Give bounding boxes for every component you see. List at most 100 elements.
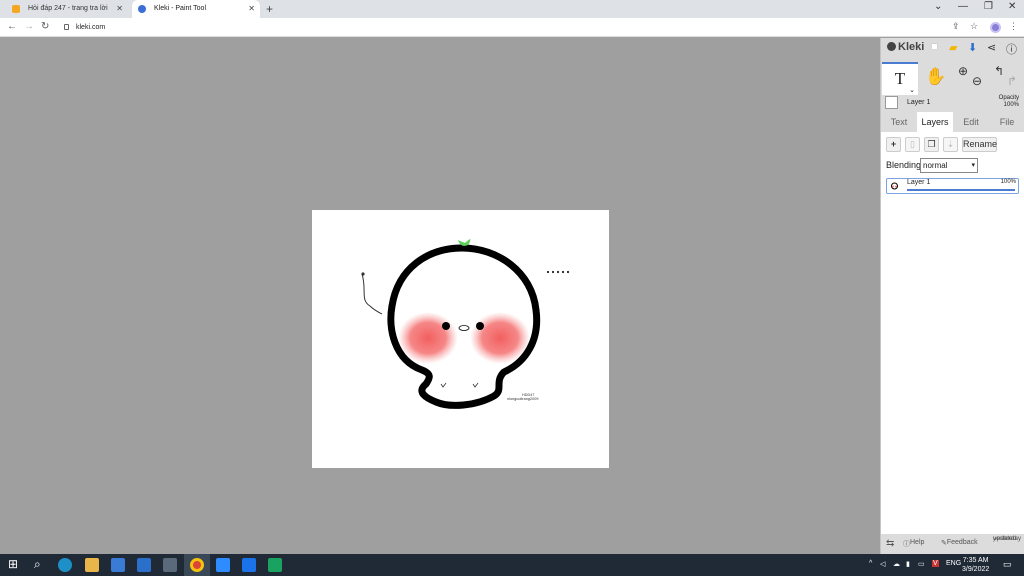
clock-time: 7:35 AM	[962, 557, 989, 564]
redo-icon[interactable]: ↱	[1007, 74, 1017, 88]
close-icon[interactable]: ✕	[116, 0, 123, 18]
close-window-icon[interactable]: ✕	[1008, 1, 1016, 12]
tab-title: Hỏi đáp 247 - trang tra lời	[28, 5, 108, 12]
tab-layers[interactable]: Layers	[917, 112, 953, 132]
notification-icon[interactable]: ▭	[1003, 559, 1012, 570]
layer-thumbnail	[891, 182, 898, 190]
back-icon[interactable]: ←	[7, 21, 17, 32]
profile-avatar[interactable]	[990, 22, 1001, 33]
close-icon[interactable]: ✕	[248, 0, 255, 18]
search-icon[interactable]: ⌕	[34, 557, 41, 572]
edge-icon[interactable]	[58, 558, 72, 572]
minimize-icon[interactable]: —	[958, 1, 968, 12]
drawing-artwork: HDD47 nlonguoitrang2009	[361, 238, 570, 409]
current-layer-name: Layer 1	[907, 99, 931, 106]
right-eye	[476, 322, 484, 330]
tab-title: Kleki - Paint Tool	[154, 5, 207, 12]
text-tool-label: T	[894, 69, 906, 88]
feedback-link[interactable]: ✎ Feedback	[941, 539, 978, 547]
cloud-icon[interactable]: ☁	[893, 560, 900, 568]
tab-file[interactable]: File	[993, 112, 1021, 132]
meet-icon[interactable]	[268, 558, 282, 572]
file-explorer-icon[interactable]	[85, 558, 99, 572]
store-icon[interactable]	[111, 558, 125, 572]
url-text: kleki.com	[76, 24, 106, 31]
browser-tab-hoidap[interactable]: Hỏi đáp 247 - trang tra lời ✕	[6, 0, 128, 18]
duplicate-layer-icon[interactable]: ❐	[924, 137, 939, 152]
hand-tool-icon[interactable]: ✋	[925, 67, 946, 87]
chevron-down-icon: ▾	[971, 162, 975, 169]
drawing-canvas[interactable]: HDD47 nlonguoitrang2009	[312, 210, 609, 468]
browser-toolbar: ← → ↻ kleki.com ⇪ ☆ ⋮	[0, 18, 1024, 37]
canvas-workspace[interactable]: HDD47 nlonguoitrang2009	[0, 38, 880, 554]
delete-layer-icon[interactable]: ▯	[905, 137, 920, 152]
microphone-icon[interactable]: ▮	[906, 560, 910, 568]
forward-icon[interactable]: →	[24, 21, 34, 32]
kleki-favicon-icon	[138, 5, 146, 13]
layer-opacity: 100%	[1000, 179, 1016, 185]
sprout-shape	[457, 238, 471, 246]
logo-text: Kleki	[898, 41, 925, 53]
tab-text[interactable]: Text	[885, 112, 913, 132]
updated-when: yesterday	[993, 535, 1022, 542]
windows-start-icon[interactable]: ⊞	[8, 557, 18, 571]
zalo-icon[interactable]	[242, 558, 256, 572]
add-layer-button[interactable]: +	[886, 137, 901, 152]
mouth	[458, 325, 470, 331]
zoom-in-icon[interactable]: ⊕	[958, 64, 968, 78]
new-tab-button[interactable]: +	[266, 2, 273, 16]
help-icon[interactable]: ⓘ	[1006, 41, 1017, 57]
chevron-up-icon[interactable]: ^	[869, 560, 872, 567]
open-folder-icon[interactable]: ▰	[949, 41, 957, 54]
bookmark-star-icon[interactable]: ☆	[970, 21, 978, 32]
rename-button[interactable]: Rename	[962, 137, 997, 152]
kleki-sidebar: Kleki ■ ▰ ⬇ ⋖ ⓘ T ⌄ ✋ ⊕ ⊖ ↰ ↱ Layer 1 Op…	[880, 38, 1024, 554]
zoom-icon[interactable]	[216, 558, 230, 572]
undo-icon[interactable]: ↰	[994, 64, 1004, 78]
help-label: Help	[910, 539, 925, 546]
tab-edit[interactable]: Edit	[957, 112, 985, 132]
chrome-icon[interactable]	[190, 558, 204, 572]
blending-select[interactable]: normal ▾	[920, 158, 978, 173]
merge-layer-icon[interactable]: ⇣	[943, 137, 958, 152]
taskbar-clock[interactable]: 7:35 AM 3/9/2022	[962, 556, 989, 574]
text-tool-button[interactable]: T ⌄	[882, 62, 918, 95]
windows-taskbar: ⊞ ⌕ ^ ◁ ☁ ▮ ▭ V ENG 7:35 AM 3/9/2022 ▭	[0, 554, 1024, 576]
layers-panel: + ▯ ❐ ⇣ Rename Blending normal ▾ Layer 1…	[881, 132, 1024, 534]
layer-list-item[interactable]: Layer 1 100%	[886, 178, 1019, 194]
current-layer-opacity: Opacity 100%	[999, 95, 1019, 109]
camera-icon[interactable]	[163, 558, 177, 572]
clock-date: 3/9/2022	[962, 566, 990, 573]
layer-opacity-slider[interactable]	[907, 189, 1015, 191]
address-bar[interactable]: kleki.com	[60, 20, 970, 35]
battery-icon[interactable]: ▭	[918, 560, 925, 568]
reload-icon[interactable]: ↻	[41, 21, 49, 32]
browser-tab-kleki[interactable]: Kleki - Paint Tool ✕	[132, 0, 260, 18]
current-layer-bar[interactable]: Layer 1 Opacity 100%	[881, 94, 1024, 114]
share-icon[interactable]: ⋖	[987, 41, 996, 54]
swap-side-icon[interactable]: ⇆	[886, 538, 894, 549]
lock-icon	[64, 24, 69, 30]
panel-footer: ⇆ ⓘ Help ✎ Feedback updated yesterday	[881, 534, 1024, 554]
panel-tabs: Text Layers Edit File	[881, 112, 1024, 132]
restore-icon[interactable]: ❐	[984, 1, 993, 12]
volume-icon[interactable]: ◁	[880, 560, 885, 568]
zoom-out-icon[interactable]: ⊖	[972, 74, 982, 88]
kleki-logo-icon	[887, 42, 896, 51]
left-eye	[442, 322, 450, 330]
new-image-icon[interactable]: ■	[931, 41, 938, 53]
language-indicator[interactable]: ENG	[946, 560, 961, 567]
vivaldi-tray-icon[interactable]: V	[932, 560, 939, 567]
help-link[interactable]: ⓘ Help	[903, 539, 924, 549]
menu-dots-icon[interactable]: ⋮	[1009, 21, 1018, 32]
tab-search-icon[interactable]: ⌄	[934, 1, 942, 12]
mail-icon[interactable]	[137, 558, 151, 572]
browser-tab-strip: Hỏi đáp 247 - trang tra lời ✕ Kleki - Pa…	[0, 0, 1024, 18]
tool-row: T ⌄ ✋ ⊕ ⊖ ↰ ↱	[881, 62, 1024, 96]
blending-label: Blending	[886, 160, 922, 170]
feedback-label: Feedback	[946, 539, 978, 546]
opacity-label: Opacity	[998, 95, 1019, 101]
layer-thumbnail	[885, 96, 898, 109]
download-icon[interactable]: ⬇	[968, 41, 977, 54]
share-icon[interactable]: ⇪	[952, 21, 960, 32]
